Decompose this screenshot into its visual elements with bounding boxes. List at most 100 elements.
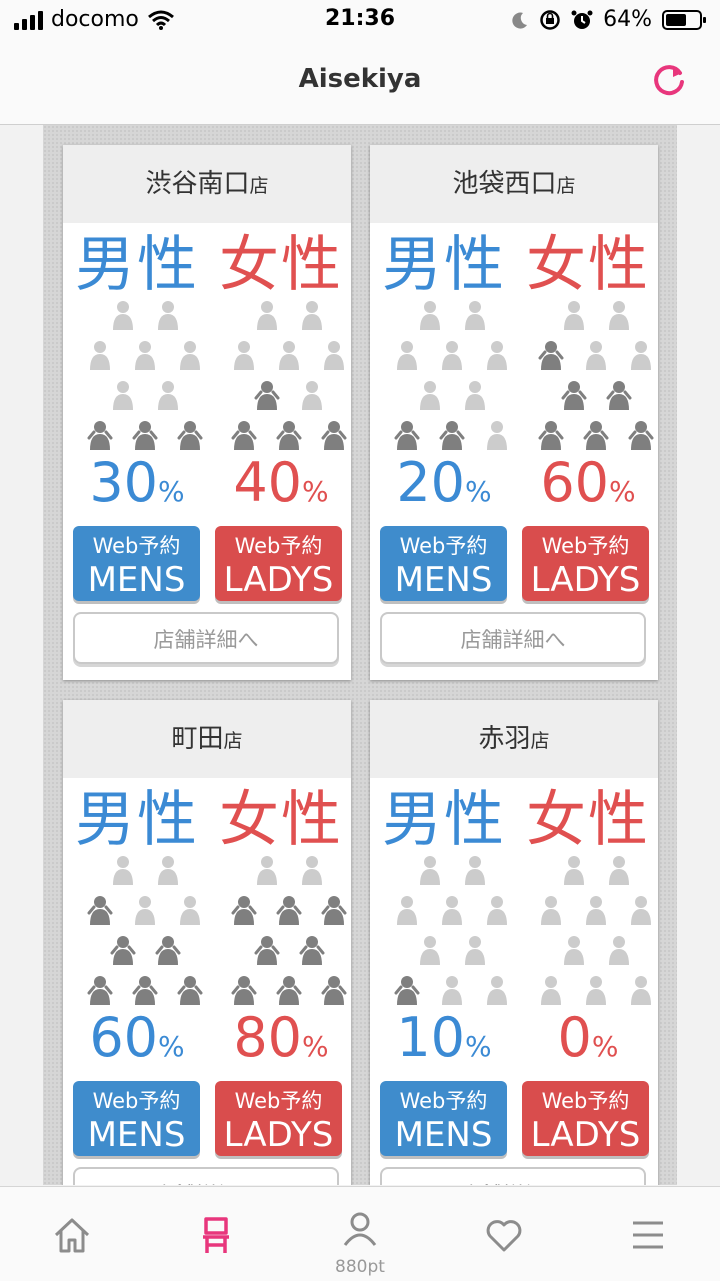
- reserve-ladys-button[interactable]: Web予約 LADYS: [215, 526, 342, 601]
- person-icon: [321, 421, 347, 450]
- reserve-ladys-button[interactable]: Web予約 LADYS: [522, 1081, 649, 1156]
- store-detail-button[interactable]: 店舗詳細へ: [380, 1167, 646, 1185]
- reserve-mens-button[interactable]: Web予約 MENS: [73, 526, 200, 601]
- person-icon: [442, 976, 462, 1005]
- men-section: 男性 30%: [67, 230, 207, 525]
- men-percentage: 60%: [89, 1006, 185, 1069]
- chair-icon: [203, 1217, 229, 1253]
- person-icon: [487, 896, 507, 925]
- person-icon: [538, 341, 564, 370]
- women-percentage: 40%: [233, 451, 329, 514]
- men-percentage: 30%: [89, 451, 185, 514]
- person-icon: [420, 856, 440, 885]
- person-icon: [231, 976, 257, 1005]
- person-icon: [442, 896, 462, 925]
- person-icon: [609, 301, 629, 330]
- person-icon: [158, 301, 178, 330]
- person-icon: [113, 381, 133, 410]
- person-icon: [586, 341, 606, 370]
- person-icon: [465, 301, 485, 330]
- store-name: 赤羽店: [370, 700, 658, 778]
- tab-seat[interactable]: [144, 1187, 288, 1281]
- refresh-icon[interactable]: [650, 62, 688, 100]
- person-icon: [564, 856, 584, 885]
- rotation-lock-icon: [540, 9, 560, 30]
- person-icon: [279, 341, 299, 370]
- women-heading: 女性: [526, 230, 650, 300]
- women-percentage: 80%: [233, 1006, 329, 1069]
- reserve-ladys-button[interactable]: Web予約 LADYS: [215, 1081, 342, 1156]
- person-icon: [87, 896, 113, 925]
- points-label: 880pt: [335, 1257, 385, 1277]
- person-icon: [609, 856, 629, 885]
- person-icon: [631, 896, 651, 925]
- person-icon: [234, 341, 254, 370]
- person-icon: [113, 856, 133, 885]
- store-name: 町田店: [63, 700, 351, 778]
- women-percentage: 0%: [557, 1006, 619, 1069]
- store-detail-button[interactable]: 店舗詳細へ: [73, 612, 339, 664]
- person-icon: [561, 381, 587, 410]
- person-icon: [487, 421, 507, 450]
- person-icon: [302, 381, 322, 410]
- men-heading: 男性: [382, 785, 506, 855]
- tab-favorites[interactable]: [432, 1187, 576, 1281]
- occupancy-icons: [374, 300, 514, 450]
- person-icon: [87, 421, 113, 450]
- heart-icon: [486, 1220, 522, 1252]
- person-icon: [420, 381, 440, 410]
- person-icon: [276, 896, 302, 925]
- men-heading: 男性: [75, 785, 199, 855]
- men-section: 男性 10%: [374, 785, 514, 1080]
- person-icon: [606, 381, 632, 410]
- reserve-mens-button[interactable]: Web予約 MENS: [380, 1081, 507, 1156]
- person-icon: [631, 341, 651, 370]
- person-icon: [132, 976, 158, 1005]
- tab-points[interactable]: 880pt: [288, 1187, 432, 1281]
- occupancy-icons: [67, 855, 207, 1005]
- women-heading: 女性: [526, 785, 650, 855]
- reserve-mens-button[interactable]: Web予約 MENS: [73, 1081, 200, 1156]
- battery-icon: [662, 9, 706, 30]
- occupancy-icons: [518, 300, 658, 450]
- person-icon: [541, 896, 561, 925]
- person-icon: [302, 301, 322, 330]
- person-icon: [538, 421, 564, 450]
- person-icon: [487, 976, 507, 1005]
- person-icon: [276, 976, 302, 1005]
- person-icon: [180, 896, 200, 925]
- women-section: 女性 40%: [211, 230, 351, 525]
- person-icon: [113, 301, 133, 330]
- person-icon: [158, 381, 178, 410]
- person-icon: [631, 976, 651, 1005]
- alarm-icon: [571, 10, 593, 29]
- app-title: Aisekiya: [298, 64, 422, 94]
- person-icon: [564, 936, 584, 965]
- person-icon: [397, 896, 417, 925]
- person-icon: [254, 381, 280, 410]
- person-icon: [586, 896, 606, 925]
- women-section: 女性 60%: [518, 230, 658, 525]
- store-detail-button[interactable]: 店舗詳細へ: [73, 1167, 339, 1185]
- store-list: 渋谷南口店 男性 30% 女性 40% Web予約 MENS Web予約 LADYS 店舗詳細へ池…: [43, 125, 677, 1185]
- men-section: 男性 20%: [374, 230, 514, 525]
- women-section: 女性 80%: [211, 785, 351, 1080]
- tab-home[interactable]: [0, 1187, 144, 1281]
- reserve-ladys-button[interactable]: Web予約 LADYS: [522, 526, 649, 601]
- occupancy-icons: [211, 300, 351, 450]
- status-bar: docomo 21:36 64%: [0, 0, 720, 40]
- tab-menu[interactable]: [576, 1187, 720, 1281]
- person-icon: [541, 976, 561, 1005]
- store-detail-button[interactable]: 店舗詳細へ: [380, 612, 646, 664]
- person-icon: [439, 421, 465, 450]
- person-icon: [231, 896, 257, 925]
- occupancy-icons: [211, 855, 351, 1005]
- store-card: 渋谷南口店 男性 30% 女性 40% Web予約 MENS Web予約 LADYS 店舗詳細へ: [63, 145, 351, 680]
- women-percentage: 60%: [540, 451, 636, 514]
- store-card: 町田店男性 60% 女性 80% Web予約MENSWeb予約LADYS 店舗詳細へ: [63, 700, 351, 1185]
- person-icon: [276, 421, 302, 450]
- person-icon: [324, 341, 344, 370]
- reserve-mens-button[interactable]: Web予約 MENS: [380, 526, 507, 601]
- person-icon: [257, 301, 277, 330]
- person-icon: [135, 896, 155, 925]
